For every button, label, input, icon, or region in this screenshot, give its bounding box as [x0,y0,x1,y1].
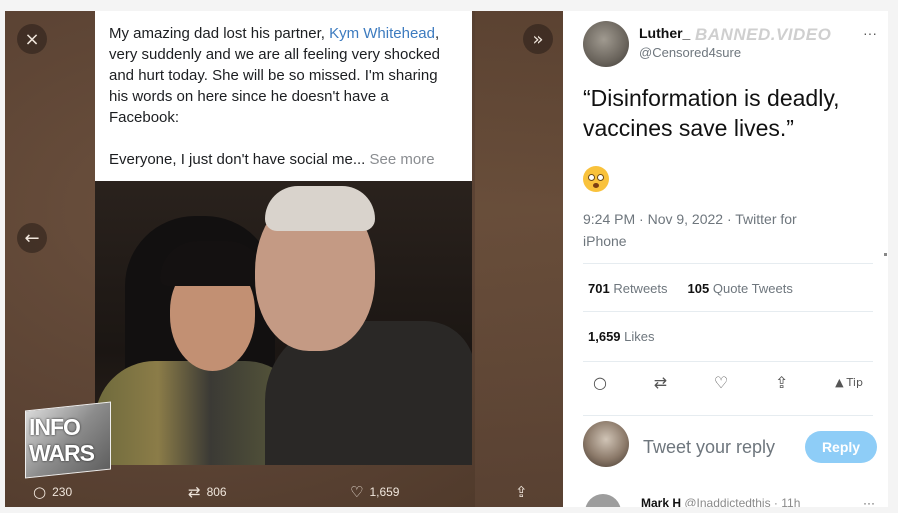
logo-line-1: INFO [29,414,81,440]
infowars-logo: INFO WARS [25,401,115,479]
post-text-start: My amazing dad lost his partner, [109,25,330,42]
next-reply-more-icon[interactable]: ··· [863,496,875,507]
tweet-actions: ○ ⇄ ♡ ⇪ ▲ Tip [593,373,863,392]
emoji-eye-right [597,174,604,181]
tip-icon: ▲ [835,376,844,389]
tweet-text: “Disinformation is deadly, vaccines save… [583,85,840,141]
logo-line-2: WARS [29,440,95,466]
close-button[interactable]: × [17,24,47,54]
quote-tweets-stat-count: 105 [687,281,710,296]
flushed-face-emoji-icon [583,166,609,192]
user-handle[interactable]: @Censored4sure [639,45,741,60]
divider [583,415,873,416]
quote-tweets-stat-label: Quote Tweets [712,281,793,296]
share-action[interactable]: ⇪ [515,483,528,501]
tip-label: Tip [846,376,863,389]
likes-stat-label: Likes [624,329,655,344]
reply-avatar [583,421,629,467]
share-icon: ⇪ [515,483,528,501]
comment-icon: ○ [33,483,47,501]
retweets-stat-label: Retweets [613,281,668,296]
user-name[interactable]: Luther_ [639,25,690,41]
retweet-count: 806 [206,485,227,499]
post-text-rest: , very suddenly and we are all feeling v… [109,25,441,168]
post-photo [95,181,472,465]
photo-woman-bangs [160,241,265,286]
retweets-stat-count: 701 [588,281,610,296]
likes-stat-count: 1,659 [588,329,621,344]
divider [583,263,873,264]
media-action-bar: ○ 230 ⇄ 806 ♡ 1,659 ⇪ [5,478,563,507]
share-icon[interactable]: ⇪ [775,373,788,392]
scrollbar[interactable] [884,253,887,256]
next-reply-avatar[interactable] [585,494,621,507]
expand-button[interactable]: » [523,24,553,54]
emoji-mouth [593,183,599,188]
likes-stat[interactable]: 1,659 Likes [588,329,655,344]
photo-man-hair [265,186,375,231]
like-count: 1,659 [369,485,400,499]
background-strip [475,11,563,507]
next-reply-name: Mark H [641,496,682,507]
more-options-icon[interactable]: ··· [863,25,877,41]
chevron-double-right-icon: » [532,28,544,50]
reply-action[interactable]: ○ 230 [33,483,72,501]
retweet-action[interactable]: ⇄ 806 [188,483,227,501]
partner-link[interactable]: Kym Whitehead [329,25,435,42]
like-action[interactable]: ♡ 1,659 [350,483,399,501]
retweets-stat[interactable]: 701 Retweets [588,281,668,296]
next-reply-meta: @Inaddictedthis · 11h [684,496,801,507]
reply-icon[interactable]: ○ [593,373,607,392]
avatar[interactable] [583,21,629,67]
tweet-timestamp[interactable]: 9:24 PM · Nov 9, 2022 · Twitter for iPho… [583,208,843,252]
retweet-icon[interactable]: ⇄ [654,373,667,392]
tip-button[interactable]: ▲ Tip [835,373,863,392]
reply-input[interactable]: Tweet your reply [643,437,775,458]
close-icon: × [24,28,40,50]
tweet-panel: Luther_ BANNED.VIDEO @Censored4sure ··· … [563,11,888,507]
like-icon[interactable]: ♡ [714,373,728,392]
post-text: My amazing dad lost his partner, Kym Whi… [109,23,458,170]
previous-button[interactable]: ← [17,223,47,253]
watermark: BANNED.VIDEO [695,25,832,44]
reply-count: 230 [52,485,73,499]
quote-tweets-stat[interactable]: 105 Quote Tweets [688,281,793,296]
emoji-eye-left [588,174,595,181]
see-more-link[interactable]: See more [370,151,435,168]
retweet-icon: ⇄ [188,483,201,501]
reply-button[interactable]: Reply [805,431,877,463]
divider [583,361,873,362]
divider [583,311,873,312]
next-reply-user[interactable]: Mark H @Inaddictedthis · 11h [641,496,800,507]
tweet-stats: 701 Retweets 105 Quote Tweets [588,281,793,296]
arrow-left-icon: ← [24,227,40,249]
facebook-post-card: My amazing dad lost his partner, Kym Whi… [95,11,472,181]
heart-icon: ♡ [350,483,364,501]
media-viewer: × » ← My amazing dad lost his partner, K… [5,11,888,507]
